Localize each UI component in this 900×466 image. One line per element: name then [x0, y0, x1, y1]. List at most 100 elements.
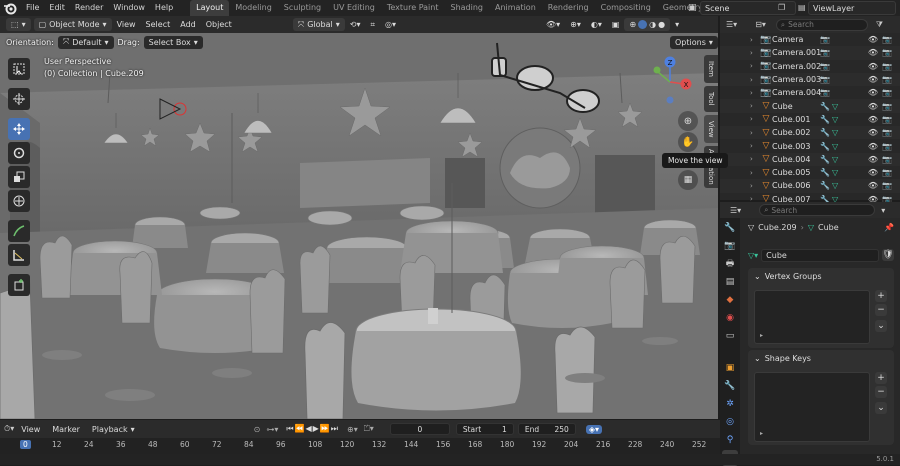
- outliner-row[interactable]: › ▽ Cube.001 🔧 ▽ 👁 📷: [720, 113, 900, 126]
- scene-tab-icon[interactable]: ◆: [722, 292, 738, 308]
- 3d-viewport[interactable]: [0, 33, 718, 419]
- constraints-tab-icon[interactable]: ⚲: [722, 432, 738, 448]
- play-icon[interactable]: ▶: [313, 424, 320, 433]
- outliner-row[interactable]: › ▽ Cube.006 🔧 ▽ 👁 📷: [720, 179, 900, 193]
- jump-start-icon[interactable]: ⏮: [286, 424, 294, 433]
- workspace-tab-compositing[interactable]: Compositing: [595, 0, 657, 16]
- transform-tool[interactable]: [8, 190, 30, 212]
- jump-end-icon[interactable]: ⏭: [331, 424, 339, 433]
- visibility-eye-icon[interactable]: 👁: [868, 35, 878, 44]
- camera-data-icon[interactable]: 📷: [820, 88, 830, 97]
- outliner-row[interactable]: › 📷 Camera 📷 👁 📷: [720, 33, 900, 46]
- rendered-shading-icon[interactable]: ●: [658, 20, 665, 29]
- mesh-data-icon[interactable]: ▽: [832, 155, 838, 164]
- vertex-groups-header[interactable]: ⌄ Vertex Groups: [748, 268, 894, 284]
- render-camera-icon[interactable]: 📷: [882, 102, 892, 111]
- visibility-eye-icon[interactable]: 👁: [868, 115, 878, 124]
- view-layer-tab-icon[interactable]: ▤: [722, 274, 738, 290]
- expand-arrow-icon[interactable]: ›: [750, 182, 760, 190]
- camera-data-icon[interactable]: 📷: [820, 75, 830, 84]
- outliner-editor-icon[interactable]: ☰▾: [726, 20, 737, 29]
- expand-arrow-icon[interactable]: ›: [750, 76, 760, 84]
- workspace-tab-sculpting[interactable]: Sculpting: [278, 0, 327, 16]
- menu-view[interactable]: View: [112, 20, 141, 29]
- modifier-icon[interactable]: 🔧: [820, 155, 830, 164]
- modifier-icon[interactable]: 🔧: [820, 128, 830, 137]
- orientation-select[interactable]: ⤧ Default ▾: [57, 35, 114, 49]
- shape-key-specials-button[interactable]: ⌄: [875, 402, 887, 414]
- auto-key-icon[interactable]: ⊕▾: [347, 425, 358, 434]
- add-shape-key-button[interactable]: +: [875, 372, 887, 384]
- expand-arrow-icon[interactable]: ›: [750, 62, 760, 70]
- list-resize-icon[interactable]: ▸: [760, 430, 763, 437]
- outliner-row[interactable]: › ▽ Cube.002 🔧 ▽ 👁 📷: [720, 126, 900, 140]
- next-keyframe-icon[interactable]: ⏩: [320, 424, 331, 433]
- render-camera-icon[interactable]: 📷: [882, 62, 892, 71]
- solid-shading-icon[interactable]: [638, 20, 648, 29]
- outliner-row[interactable]: › ▽ Cube 🔧 ▽ 👁 📷: [720, 99, 900, 113]
- expand-arrow-icon[interactable]: ›: [750, 142, 760, 150]
- expand-arrow-icon[interactable]: ›: [750, 89, 760, 97]
- current-frame-field[interactable]: 0: [389, 423, 450, 435]
- sidetab-view[interactable]: View: [704, 115, 718, 143]
- outliner-search[interactable]: ⌕ Search: [775, 18, 868, 31]
- timeline-editor-icon[interactable]: ⏱▾: [4, 424, 14, 434]
- outliner-row[interactable]: › 📷 Camera.001 📷 👁 📷: [720, 46, 900, 60]
- xray-icon[interactable]: ▣: [607, 20, 625, 29]
- workspace-tab-modeling[interactable]: Modeling: [229, 0, 277, 16]
- new-scene-icon[interactable]: ❐: [778, 3, 785, 12]
- visibility-eye-icon[interactable]: 👁: [868, 62, 878, 71]
- modifier-tab-icon[interactable]: 🔧: [722, 378, 738, 394]
- filter-icon[interactable]: ⊟▾: [755, 20, 766, 29]
- workspace-tab-shading[interactable]: Shading: [444, 0, 489, 16]
- prev-keyframe-icon[interactable]: ⏪: [295, 424, 306, 433]
- camera-data-icon[interactable]: 📷: [820, 62, 830, 71]
- view-layer-selector[interactable]: ViewLayer: [808, 1, 896, 15]
- mesh-name-field[interactable]: Cube: [761, 248, 879, 262]
- timeline-ruler[interactable]: 0 12 24 36 48 60 72 84 96 108 120 132 144 156 168 180 19…: [0, 438, 720, 454]
- world-tab-icon[interactable]: ◉: [722, 310, 738, 326]
- move-view-button[interactable]: ✋: [678, 132, 698, 152]
- expand-arrow-icon[interactable]: ›: [750, 36, 760, 44]
- expand-arrow-icon[interactable]: ›: [750, 49, 760, 57]
- modifier-icon[interactable]: 🔧: [820, 115, 830, 124]
- select-tool[interactable]: [8, 58, 30, 80]
- vertex-groups-list[interactable]: ▸: [754, 290, 870, 344]
- render-camera-icon[interactable]: 📷: [882, 168, 892, 177]
- zoom-view-button[interactable]: ⊕: [678, 111, 698, 131]
- visibility-eye-icon[interactable]: 👁: [868, 155, 878, 164]
- tool-tab-icon[interactable]: 🔧: [722, 220, 738, 236]
- expand-arrow-icon[interactable]: ›: [750, 102, 760, 110]
- render-tab-icon[interactable]: 📷: [722, 238, 738, 254]
- menu-object[interactable]: Object: [201, 20, 237, 29]
- shape-keys-header[interactable]: ⌄ Shape Keys: [748, 350, 894, 366]
- menu-window[interactable]: Window: [108, 0, 150, 16]
- outliner-row[interactable]: › ▽ Cube.005 🔧 ▽ 👁 📷: [720, 166, 900, 179]
- workspace-tab-uv-editing[interactable]: UV Editing: [327, 0, 381, 16]
- visibility-eye-icon[interactable]: 👁: [868, 102, 878, 111]
- sidetab-tool[interactable]: Tool: [704, 86, 718, 112]
- expand-arrow-icon[interactable]: ›: [750, 155, 760, 163]
- navigation-gizmo[interactable]: Z X: [648, 52, 694, 104]
- mesh-data-icon[interactable]: ▽: [832, 128, 838, 137]
- visibility-eye-icon[interactable]: 👁: [868, 88, 878, 97]
- proportional-edit-icon[interactable]: ◎▾: [380, 20, 401, 29]
- fake-user-icon[interactable]: 🛡: [882, 249, 894, 261]
- camera-data-icon[interactable]: 📷: [820, 35, 830, 44]
- particles-tab-icon[interactable]: ✲: [722, 396, 738, 412]
- annotate-tool[interactable]: [8, 220, 30, 242]
- sidetab-item[interactable]: Item: [704, 55, 718, 83]
- visibility-eye-icon[interactable]: 👁: [868, 128, 878, 137]
- measure-tool[interactable]: [8, 244, 30, 266]
- render-camera-icon[interactable]: 📷: [882, 155, 892, 164]
- rotate-tool[interactable]: [8, 142, 30, 164]
- workspace-tab-rendering[interactable]: Rendering: [542, 0, 595, 16]
- expand-arrow-icon[interactable]: ›: [750, 115, 760, 123]
- menu-edit[interactable]: Edit: [44, 0, 70, 16]
- properties-options-icon[interactable]: ▾: [881, 206, 885, 215]
- camera-view-button[interactable]: ▦: [678, 170, 698, 190]
- modifier-icon[interactable]: 🔧: [820, 181, 830, 190]
- workspace-tab-texture-paint[interactable]: Texture Paint: [381, 0, 445, 16]
- gizmo-y-axis[interactable]: [653, 66, 661, 74]
- mesh-data-icon[interactable]: ▽: [832, 142, 838, 151]
